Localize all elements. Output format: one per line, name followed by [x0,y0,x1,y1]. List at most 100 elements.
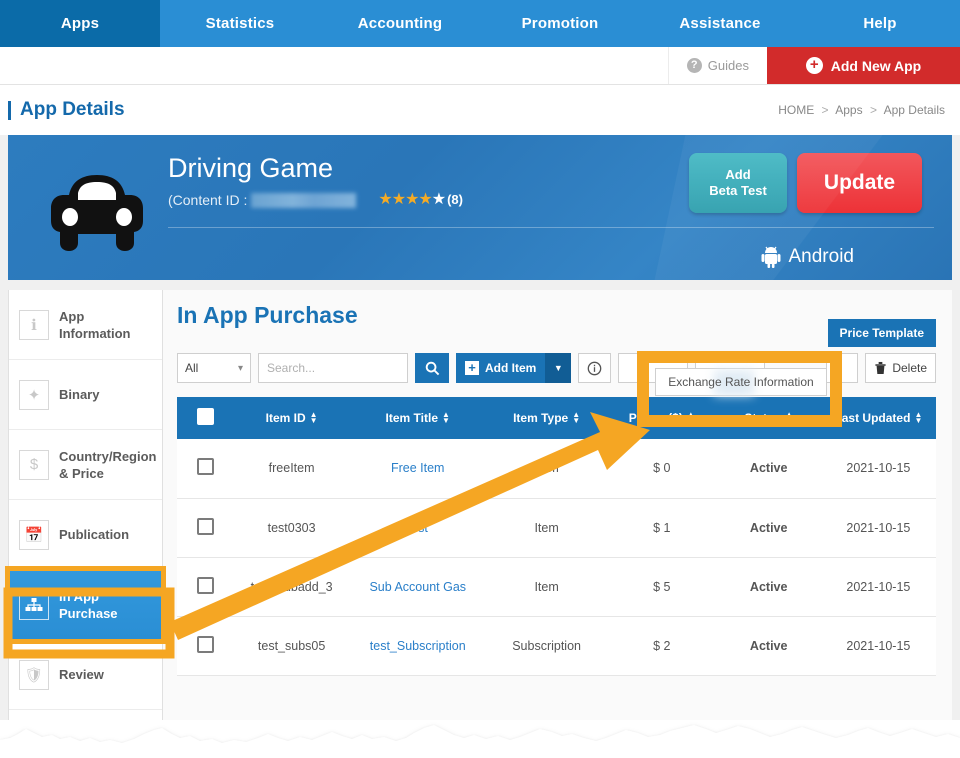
car-icon [32,149,162,280]
table-row[interactable]: test0303 test Item $ 1 Active 2021-10-15 [177,498,936,558]
breadcrumb-apps[interactable]: Apps [835,103,862,117]
add-new-app-button[interactable]: + Add New App [767,47,960,84]
sidebar-item-in-app-purchase[interactable]: In App Purchase [5,566,166,644]
select-all-checkbox[interactable] [197,408,215,425]
binary-icon: ✦ [19,379,49,410]
cell-price: $ 5 [606,557,717,617]
update-button-label: Update [823,171,896,194]
cell-item-id: test_subs05 [234,616,350,676]
cell-item-id: test_subadd_3 [234,557,350,617]
update-button[interactable]: Update [797,153,922,213]
item-title-link[interactable]: test_Subscription [370,639,466,653]
search-input-wrapper[interactable]: Search... [258,353,408,383]
torn-paper-edge [0,720,960,758]
exchange-rate-info-button[interactable] [578,353,612,383]
exchange-rate-tooltip: Exchange Rate Information [655,368,827,396]
add-item-dropdown-caret[interactable]: ▼ [545,353,572,383]
nav-tab-assistance[interactable]: Assistance [640,0,800,47]
filter-select-value: All [185,361,199,375]
sort-icon-item-type[interactable]: ▲ ▼ [572,411,580,425]
sidebar-item-app-information-label: App Information [59,308,131,341]
breadcrumb-separator-1: > [821,103,829,117]
column-item-title[interactable]: Item Title ▲ ▼ [349,397,487,439]
nav-tab-promotion[interactable]: Promotion [480,0,640,47]
nav-tab-accounting-label: Accounting [357,15,443,32]
column-item-type[interactable]: Item Type ▲ ▼ [486,397,607,439]
sidebar-item-publication[interactable]: 📅 Publication [9,500,162,570]
row-checkbox[interactable] [197,576,215,594]
cell-price: $ 0 [606,439,717,499]
shield-icon: 🛡 [19,659,49,690]
row-checkbox[interactable] [197,517,215,535]
price-template-label: Price Template [839,326,924,340]
sort-icon-prices[interactable]: ▲ ▼ [687,411,695,425]
nav-tab-assistance-label: Assistance [679,15,761,32]
item-title-link[interactable]: Free Item [391,461,445,475]
breadcrumb-home[interactable]: HOME [778,103,814,117]
toolbar-right-group: Delete [826,353,936,383]
sidebar-item-binary-label: Binary [59,387,100,402]
cell-status: Active [716,557,821,617]
column-item-id[interactable]: Item ID ▲ ▼ [234,397,350,439]
table-row[interactable]: test_subs05 test_Subscription Subscripti… [177,616,936,676]
row-checkbox[interactable] [197,635,215,653]
item-title-link[interactable]: Sub Account Gas [369,580,466,594]
nav-tab-statistics[interactable]: Statistics [160,0,320,47]
row-checkbox[interactable] [197,458,215,476]
plus-circle-icon: + [805,57,823,74]
sidebar-item-binary[interactable]: ✦ Binary [9,360,162,430]
column-prices[interactable]: Prices ($) ▲ ▼ [606,397,717,439]
price-template-button[interactable]: Price Template [827,319,936,347]
nav-tab-help[interactable]: Help [800,0,960,47]
cell-status: Active [716,439,821,499]
cell-item-title[interactable]: Sub Account Gas [349,557,487,617]
sitemap-icon [19,589,49,620]
main-navigation: Apps Statistics Accounting Promotion Ass… [0,0,960,47]
add-item-button[interactable]: + Add Item ▼ [456,353,572,383]
content-id-label: (Content ID : [168,192,248,208]
sidebar-item-app-information[interactable]: ℹ App Information [9,290,162,360]
guides-button[interactable]: ? Guides [667,47,767,84]
sort-icon-status[interactable]: ▲ ▼ [785,411,793,425]
sort-icon-last-updated[interactable]: ▲ ▼ [914,411,922,425]
table-body: freeItem Free Item Item $ 0 Active 2021-… [177,439,936,676]
column-last-updated[interactable]: Last Updated ▲ ▼ [820,397,936,439]
cell-price: $ 2 [606,616,717,676]
platform-indicator: Android [168,246,934,268]
row-checkbox-cell [177,557,235,617]
cell-item-title[interactable]: test [349,498,487,558]
sort-icon-item-id[interactable]: ▲ ▼ [310,411,318,425]
add-beta-test-button[interactable]: Add Beta Test [689,153,787,213]
nav-tab-accounting[interactable]: Accounting [320,0,480,47]
column-status[interactable]: Status ▲ ▼ [716,397,821,439]
table-row[interactable]: freeItem Free Item Item $ 0 Active 2021-… [177,439,936,499]
cell-item-title[interactable]: test_Subscription [349,616,487,676]
row-checkbox-cell [177,498,235,558]
filter-select[interactable]: All ▾ [177,353,251,383]
cell-price: $ 1 [606,498,717,558]
cell-last-updated: 2021-10-15 [820,616,936,676]
column-status-label: Status [744,411,782,425]
column-item-type-label: Item Type [513,411,569,425]
add-new-app-label: Add New App [830,57,922,74]
nav-tab-apps[interactable]: Apps [0,0,160,47]
rating-count: (8) [447,192,463,207]
table-header-row: Item ID ▲▼ Item Title ▲▼ Item Type ▲▼ [177,397,936,439]
table-row[interactable]: test_subadd_3 Sub Account Gas Item $ 5 A… [177,557,936,617]
sidebar-item-review[interactable]: 🛡 Review [9,640,162,710]
info-doc-icon: ℹ [19,309,49,340]
sort-icon-item-title[interactable]: ▲ ▼ [442,411,450,425]
content-id-value-redacted [251,192,357,208]
toolbar-hidden-button-3[interactable] [826,353,859,383]
guides-label: Guides [707,58,749,73]
item-title-link[interactable]: test [408,521,428,535]
cell-item-type: Subscription [486,616,607,676]
sidebar-item-country-region-price[interactable]: $ Country/Region & Price [9,430,162,500]
search-input[interactable]: Search... [267,361,315,375]
cell-item-title[interactable]: Free Item [349,439,487,499]
row-checkbox-cell [177,439,235,499]
delete-button[interactable]: Delete [865,353,936,383]
app-details-page: Apps Statistics Accounting Promotion Ass… [0,0,960,758]
calendar-icon: 📅 [19,519,49,550]
search-button[interactable] [415,353,449,383]
